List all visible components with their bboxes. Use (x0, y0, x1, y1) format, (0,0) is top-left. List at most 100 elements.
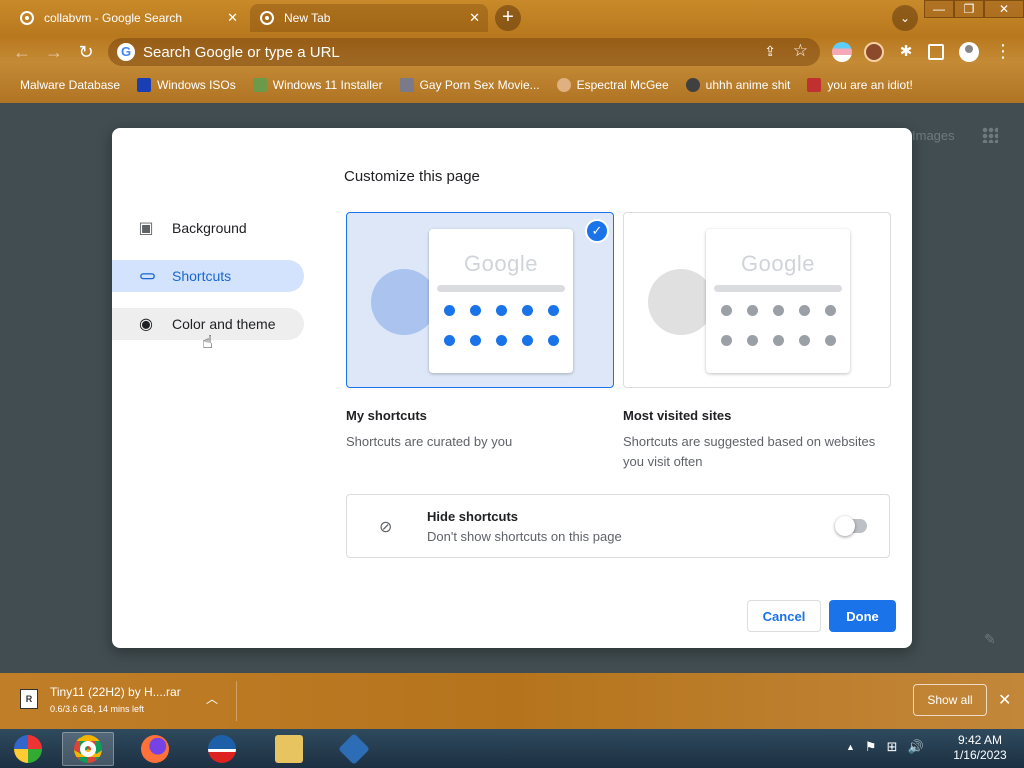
new-tab-button[interactable]: + (495, 5, 521, 31)
system-tray: ▲ ⚑ ⊞ 🔊 (846, 739, 924, 755)
my-shortcuts-option[interactable]: Google ✓ (346, 212, 614, 388)
bookmark-label: Windows ISOs (157, 78, 236, 92)
volume-icon[interactable]: 🔊 (907, 739, 923, 755)
shortcut-dot (825, 305, 836, 316)
shortcut-dot (721, 335, 732, 346)
bookmark-windows-isos[interactable]: Windows ISOs (137, 78, 236, 92)
customize-pencil-icon[interactable]: ✎ (984, 631, 996, 648)
back-button[interactable]: ← (10, 40, 34, 64)
bookmark-star-icon[interactable]: ☆ (793, 41, 808, 61)
bookmark-label: Malware Database (20, 78, 121, 92)
shortcut-dot (522, 305, 533, 316)
chrome-menu-icon[interactable]: ⋮ (994, 42, 1012, 62)
hide-shortcuts-title: Hide shortcuts (427, 509, 519, 524)
shortcut-dot (799, 305, 810, 316)
shortcut-dot (522, 335, 533, 346)
sidebar-item-background[interactable]: ▣ Background (112, 212, 304, 244)
reload-button[interactable]: ↻ (74, 40, 98, 64)
browser-toolbar: ← → ↻ G Search Google or type a URL ⇪ ☆ … (0, 36, 1024, 68)
bookmark-windows-11-installer[interactable]: Windows 11 Installer (252, 78, 383, 92)
cancel-button[interactable]: Cancel (747, 600, 821, 632)
profile-icon[interactable] (959, 42, 979, 62)
clock-time: 9:42 AM (957, 733, 1003, 747)
share-icon[interactable]: ⇪ (764, 43, 776, 60)
shortcut-dot (548, 335, 559, 346)
extensions-puzzle-icon[interactable]: ✱ (896, 42, 916, 62)
action-center-flag-icon[interactable]: ⚑ (865, 739, 877, 755)
search-bar-placeholder (437, 285, 565, 292)
taskbar-firefox[interactable] (129, 732, 181, 766)
image-icon (252, 78, 267, 92)
bookmark-anime[interactable]: uhhh anime shit (685, 78, 791, 92)
taskbar-virtualbox[interactable] (328, 732, 380, 766)
bookmark-label: uhhh anime shit (705, 78, 791, 92)
taskbar-file-explorer[interactable] (263, 732, 315, 766)
folder-icon (275, 735, 303, 763)
divider (236, 681, 237, 721)
close-download-shelf-icon[interactable]: ✕ (998, 690, 1011, 710)
network-icon[interactable]: ⊞ (887, 739, 898, 755)
address-bar[interactable]: G Search Google or type a URL ⇪ ☆ (108, 38, 820, 66)
extension-flag-icon[interactable] (832, 42, 852, 62)
shortcut-dot (825, 335, 836, 346)
hide-shortcuts-toggle[interactable] (835, 516, 867, 536)
start-button[interactable] (2, 732, 54, 766)
apps-grid-icon[interactable] (982, 127, 998, 143)
shortcut-dot (747, 305, 758, 316)
forward-button[interactable]: → (42, 40, 66, 64)
system-clock[interactable]: 9:42 AM 1/16/2023 (946, 733, 1014, 763)
tab-search-button[interactable]: ⌄ (892, 5, 918, 31)
side-panel-icon[interactable] (928, 44, 944, 60)
shortcut-dot (496, 305, 507, 316)
bookmark-espectral-mcgee[interactable]: Espectral McGee (556, 78, 669, 92)
uk-flag-icon (807, 78, 822, 92)
taskbar-obama-app[interactable] (196, 732, 248, 766)
most-visited-option[interactable]: Google (623, 212, 891, 388)
tab-collabvm-search[interactable]: collabvm - Google Search ✕ (10, 4, 246, 32)
download-filename[interactable]: Tiny11 (22H2) by H....rar (50, 685, 181, 699)
minimize-button[interactable]: — (924, 0, 954, 18)
shortcut-dot (721, 305, 732, 316)
google-logo-text: Google (741, 251, 815, 276)
bookmark-label: Windows 11 Installer (272, 78, 383, 92)
bookmark-you-are-an-idiot[interactable]: you are an idiot! (807, 78, 913, 92)
taskbar-chrome[interactable] (62, 732, 114, 766)
done-button[interactable]: Done (829, 600, 896, 632)
show-hidden-icons-chevron-icon[interactable]: ▲ (846, 739, 855, 755)
tab-close-icon[interactable]: ✕ (469, 10, 480, 26)
my-shortcuts-title: My shortcuts (346, 408, 427, 423)
person-avatar-icon (371, 269, 437, 335)
face-icon (556, 78, 571, 92)
sidebar-item-shortcuts[interactable]: ⊂⊃ Shortcuts (112, 260, 304, 292)
chevron-up-icon[interactable]: ︿ (206, 690, 218, 707)
customize-dialog: Customize this page ▣ Background ⊂⊃ Shor… (112, 128, 912, 648)
my-shortcuts-description: Shortcuts are curated by you (346, 434, 513, 449)
show-all-button[interactable]: Show all (913, 684, 987, 716)
window-close-button[interactable]: ✕ (984, 0, 1024, 18)
shortcut-dot (773, 305, 784, 316)
shortcut-dot (548, 305, 559, 316)
bookmark-movie-site[interactable]: Gay Porn Sex Movie... (399, 78, 540, 92)
eye-off-icon: ⊘ (379, 519, 393, 536)
clock-date: 1/16/2023 (953, 748, 1007, 762)
site-favicon-icon (399, 78, 414, 92)
bookmark-label: Gay Porn Sex Movie... (419, 78, 540, 92)
images-link[interactable]: Images (912, 128, 955, 143)
bookmark-label: you are an idiot! (827, 78, 913, 92)
chrome-icon (74, 735, 102, 763)
globe-icon (648, 269, 714, 335)
tab-title: collabvm - Google Search (44, 11, 183, 25)
download-status: 0.6/3.6 GB, 14 mins left (50, 704, 145, 714)
google-icon: G (117, 43, 135, 61)
hide-shortcuts-description: Don't show shortcuts on this page (427, 529, 622, 544)
bookmark-malware-database[interactable]: Malware Database (20, 78, 120, 92)
tab-new-tab[interactable]: New Tab ✕ (250, 4, 488, 32)
link-icon: ⊂⊃ (138, 269, 156, 283)
shortcut-dot (444, 335, 455, 346)
tab-close-icon[interactable]: ✕ (227, 10, 238, 26)
shortcut-dot (470, 335, 481, 346)
extension-avatar-icon[interactable] (864, 42, 884, 62)
obama-logo-icon (208, 735, 236, 763)
search-bar-placeholder (714, 285, 842, 292)
maximize-button[interactable]: ❐ (954, 0, 984, 18)
